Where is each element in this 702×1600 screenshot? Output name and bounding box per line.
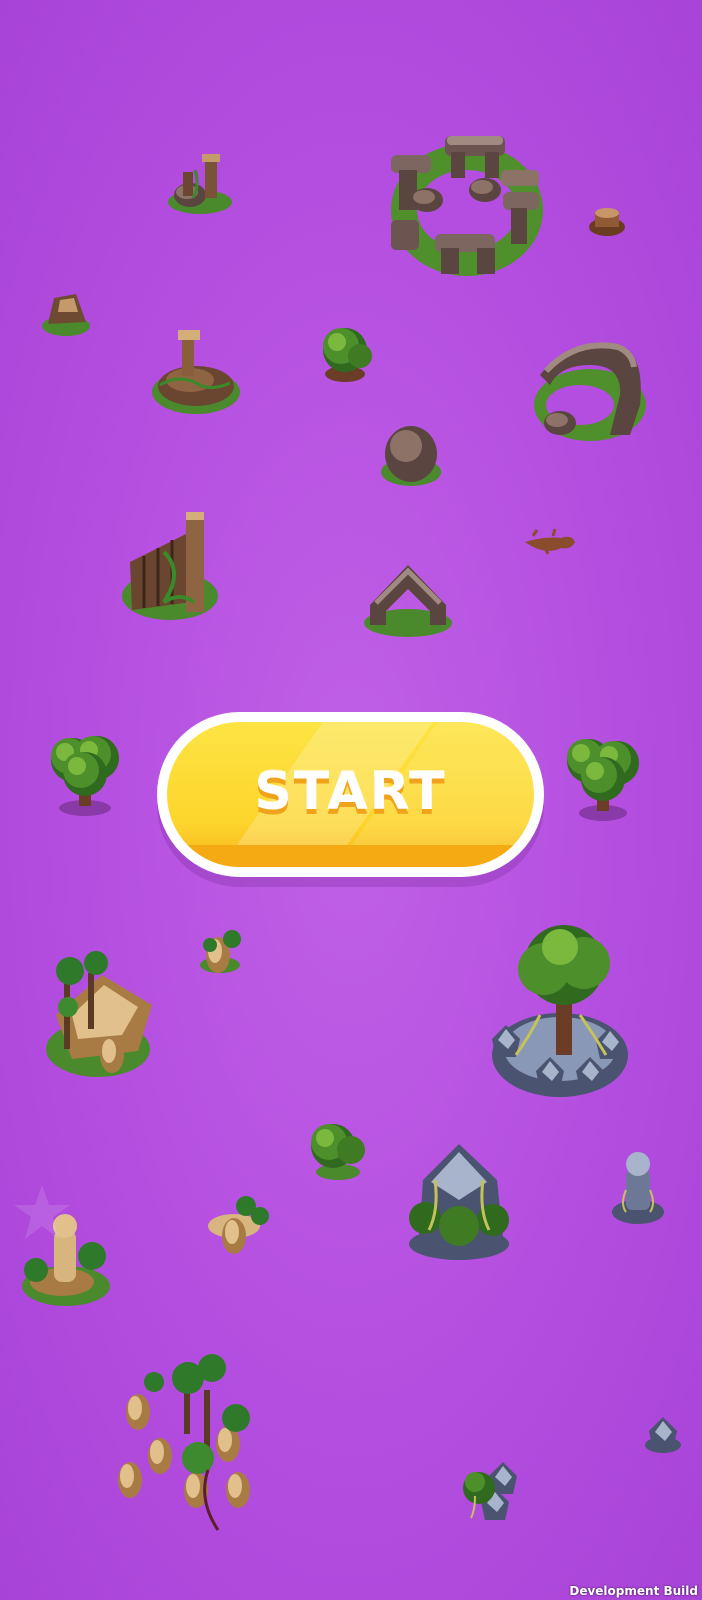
start-button[interactable]: START xyxy=(157,712,544,877)
dead-lizard[interactable] xyxy=(523,528,578,558)
wooden-fence-ruin[interactable] xyxy=(120,512,220,622)
pillar-mound-ruin[interactable] xyxy=(150,330,245,420)
sandstone-pillars-jungle[interactable] xyxy=(108,1354,273,1535)
crystal-rock-with-vines[interactable] xyxy=(405,1140,515,1265)
start-button-face: START xyxy=(167,722,534,867)
start-button-label: START xyxy=(254,762,447,822)
stone-arch[interactable] xyxy=(362,563,454,637)
bushy-tree-right[interactable] xyxy=(563,733,643,823)
icy-bush-ruin[interactable] xyxy=(455,1452,525,1524)
small-sand-shrub[interactable] xyxy=(196,925,246,975)
giant-tree-on-ice-rocks[interactable] xyxy=(480,925,640,1110)
rock-arc-ruin[interactable] xyxy=(530,335,648,445)
development-build-label: Development Build xyxy=(569,1584,698,1598)
tree-stump[interactable] xyxy=(587,205,627,239)
green-bush[interactable] xyxy=(312,322,378,388)
ice-statue[interactable] xyxy=(608,1150,670,1230)
bushy-tree-left[interactable] xyxy=(45,730,125,820)
round-bush[interactable] xyxy=(305,1118,371,1184)
stonehenge-circle[interactable] xyxy=(385,130,550,285)
small-rock-pile[interactable] xyxy=(40,290,92,338)
button-bevel xyxy=(167,845,534,867)
broken-pillar-ruin[interactable] xyxy=(165,150,235,220)
ice-rock-small[interactable] xyxy=(643,1415,688,1460)
background-star-icon xyxy=(12,1183,72,1243)
sandstone-pod-shrub[interactable] xyxy=(206,1192,271,1262)
sandstone-cliff-jungle[interactable] xyxy=(42,951,162,1080)
boulder[interactable] xyxy=(378,420,444,490)
